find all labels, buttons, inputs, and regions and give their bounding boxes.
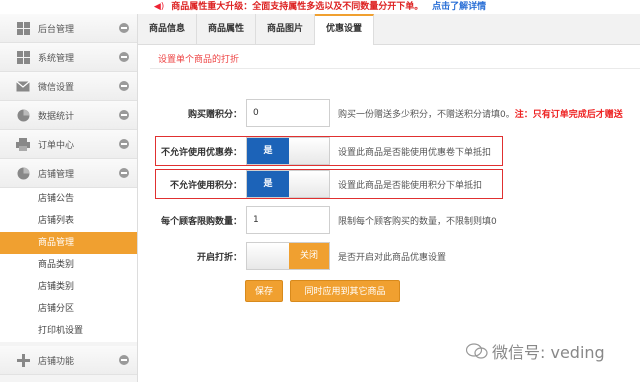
sidebar-item-store[interactable]: 店铺管理 (0, 159, 137, 188)
form-row-no-coupon: 不允许使用优惠券： 是 设置此商品是否能使用优惠卷下单抵扣 (160, 137, 491, 165)
notice-text: 商品属性重大升级：全面支持属性多选以及不同数量分开下单。 (171, 2, 424, 12)
limit-input[interactable]: 1 (246, 206, 330, 234)
plus-icon (16, 353, 30, 367)
tab-bar: 商品信息 商品属性 商品图片 优惠设置 (138, 14, 640, 45)
tab-product-info[interactable]: 商品信息 (138, 14, 198, 45)
divider (150, 68, 640, 69)
tab-discount-settings[interactable]: 优惠设置 (315, 14, 375, 45)
discount-hint: 是否开启对此商品优惠设置 (338, 252, 447, 263)
toggle-off-handle (289, 171, 329, 197)
sidebar-item-store-features[interactable]: 店铺功能 (0, 346, 137, 375)
wechat-watermark: 微信号: veding (466, 339, 605, 363)
form-row-limit: 每个顾客限购数量： 1 限制每个顾客购买的数量，不限制则填0 (160, 206, 497, 234)
form-row-discount: 开启打折： 关闭 是否开启对此商品优惠设置 (160, 242, 446, 270)
collapse-icon[interactable] (119, 168, 129, 178)
save-button[interactable]: 保存 (245, 280, 283, 302)
submenu-item-announcement[interactable]: 店铺公告 (0, 188, 137, 210)
speaker-icon: ◀) (153, 2, 165, 12)
sidebar-item-label: 数据统计 (38, 111, 75, 122)
no-coupon-label: 不允许使用优惠券： (160, 147, 242, 158)
printer-icon (16, 137, 30, 151)
no-points-toggle[interactable]: 是 (246, 170, 330, 198)
no-coupon-hint: 设置此商品是否能使用优惠卷下单抵扣 (338, 147, 492, 158)
sidebar-item-label: 微信设置 (38, 82, 75, 93)
points-warning: 注：只有订单完成后才赠送 (514, 109, 623, 120)
points-hint: 购买一份赠送多少积分，不赠送积分请填0。注：只有订单完成后才赠送 (338, 107, 623, 120)
toggle-on-label: 是 (247, 171, 289, 197)
submenu-item-store-category[interactable]: 店铺类别 (0, 276, 137, 298)
collapse-icon[interactable] (119, 110, 129, 120)
toggle-off-label: 关闭 (289, 243, 329, 269)
toggle-on-label: 是 (247, 138, 289, 164)
apply-to-others-button[interactable]: 同时应用到其它商品 (290, 280, 400, 302)
watermark-text: 微信号: veding (492, 343, 605, 362)
limit-label: 每个顾客限购数量： (160, 216, 242, 227)
points-label: 购买赠积分： (187, 109, 242, 120)
collapse-icon[interactable] (119, 23, 129, 33)
no-points-label: 不允许使用积分： (169, 180, 242, 191)
tab-product-images[interactable]: 商品图片 (256, 14, 316, 45)
section-title: 设置单个商品的打折 (158, 55, 240, 65)
collapse-icon[interactable] (119, 355, 129, 365)
submenu-item-printer-settings[interactable]: 打印机设置 (0, 320, 137, 342)
sidebar-item-label: 订单中心 (38, 140, 75, 151)
points-hint-text: 购买一份赠送多少积分，不赠送积分请填0。 (338, 109, 515, 120)
submenu-item-product-management[interactable]: 商品管理 (0, 232, 137, 254)
notice-bar: ◀) 商品属性重大升级：全面支持属性多选以及不同数量分开下单。 点击了解详情 (0, 0, 640, 14)
sidebar-item-label: 店铺管理 (38, 169, 75, 180)
sidebar-item-label: 系统管理 (38, 53, 75, 64)
submenu-item-store-list[interactable]: 店铺列表 (0, 210, 137, 232)
form-row-no-points: 不允许使用积分： 是 设置此商品是否能使用积分下单抵扣 (160, 170, 482, 198)
discount-label: 开启打折： (196, 252, 242, 263)
sidebar-item-label: 店铺功能 (38, 356, 75, 367)
toggle-handle (247, 243, 289, 269)
sidebar-item-admin[interactable]: 后台管理 (0, 14, 137, 43)
sidebar-item-stats[interactable]: 数据统计 (0, 101, 137, 130)
sidebar-item-label: 后台管理 (38, 24, 75, 35)
points-input[interactable]: 0 (246, 99, 330, 127)
collapse-icon[interactable] (119, 52, 129, 62)
app-window: ◀) 商品属性重大升级：全面支持属性多选以及不同数量分开下单。 点击了解详情 后… (0, 0, 640, 382)
wechat-icon (466, 343, 488, 359)
grid-icon (16, 50, 30, 64)
no-coupon-toggle[interactable]: 是 (246, 137, 330, 165)
sidebar: 后台管理 系统管理 微信设置 数据统计 订单中心 店铺管理 店铺公告 店铺列表 … (0, 14, 138, 382)
collapse-icon[interactable] (119, 81, 129, 91)
tab-product-attributes[interactable]: 商品属性 (197, 14, 257, 45)
form-row-points: 购买赠积分： 0 购买一份赠送多少积分，不赠送积分请填0。注：只有订单完成后才赠… (160, 99, 623, 127)
sidebar-item-wechat[interactable]: 微信设置 (0, 72, 137, 101)
sidebar-item-orders[interactable]: 订单中心 (0, 130, 137, 159)
toggle-off-handle (289, 138, 329, 164)
submenu-item-product-category[interactable]: 商品类别 (0, 254, 137, 276)
collapse-icon[interactable] (119, 139, 129, 149)
pie-chart-icon (16, 166, 30, 180)
envelope-icon (16, 79, 30, 93)
no-points-hint: 设置此商品是否能使用积分下单抵扣 (338, 180, 483, 191)
store-submenu: 店铺公告 店铺列表 商品管理 商品类别 店铺类别 店铺分区 打印机设置 (0, 188, 137, 342)
notice-link[interactable]: 点击了解详情 (432, 2, 486, 12)
pie-chart-icon (16, 108, 30, 122)
limit-hint: 限制每个顾客购买的数量，不限制则填0 (338, 216, 497, 227)
sidebar-item-system[interactable]: 系统管理 (0, 43, 137, 72)
submenu-item-store-zone[interactable]: 店铺分区 (0, 298, 137, 320)
grid-icon (16, 21, 30, 35)
discount-toggle[interactable]: 关闭 (246, 242, 330, 270)
